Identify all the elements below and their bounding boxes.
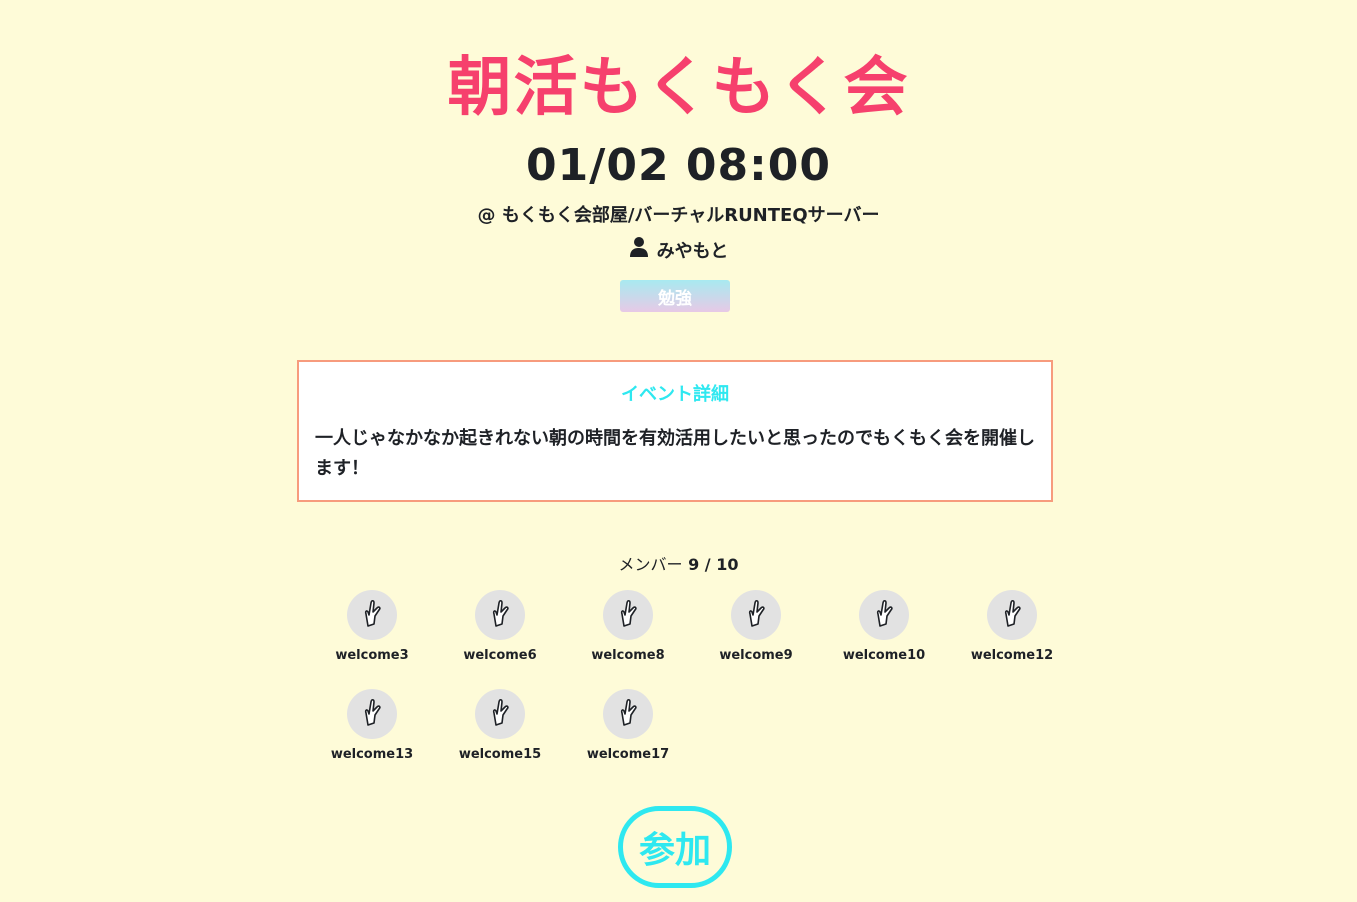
member-name: welcome15 xyxy=(458,747,542,762)
member-name: welcome17 xyxy=(586,747,670,762)
hand-icon xyxy=(998,598,1026,632)
event-detail-body: 一人じゃなかなか起きれない朝の時間を有効活用したいと思ったのでもくもく会を開催し… xyxy=(315,428,1035,479)
member-item[interactable]: welcome13 xyxy=(308,689,436,762)
avatar xyxy=(475,590,525,640)
members-count: メンバー 9 / 10 xyxy=(0,551,1357,575)
avatar xyxy=(859,590,909,640)
member-name: welcome8 xyxy=(591,648,665,663)
avatar xyxy=(731,590,781,640)
avatar xyxy=(603,590,653,640)
event-detail-card: イベント詳細 一人じゃなかなか起きれない朝の時間を有効活用したいと思ったのでもく… xyxy=(297,360,1053,502)
category-tag: 勉強 xyxy=(620,280,730,312)
avatar xyxy=(347,590,397,640)
members-label: メンバー xyxy=(618,555,683,574)
member-item[interactable]: welcome12 xyxy=(948,590,1076,663)
member-name: welcome9 xyxy=(719,648,793,663)
member-item[interactable]: welcome17 xyxy=(564,689,692,762)
member-item[interactable]: welcome10 xyxy=(820,590,948,663)
hand-icon xyxy=(614,697,642,731)
avatar xyxy=(987,590,1037,640)
avatar xyxy=(475,689,525,739)
hand-icon xyxy=(358,598,386,632)
hand-icon xyxy=(486,598,514,632)
event-detail-heading: イベント詳細 xyxy=(621,384,729,405)
event-location: @ もくもく会部屋/バーチャルRUNTEQサーバー xyxy=(477,205,880,226)
member-item[interactable]: welcome9 xyxy=(692,590,820,663)
members-count-value: 9 / 10 xyxy=(688,555,739,574)
hand-icon xyxy=(614,598,642,632)
hand-icon xyxy=(358,697,386,731)
hand-icon xyxy=(742,598,770,632)
event-datetime: 01/02 08:00 xyxy=(526,140,831,191)
hand-icon xyxy=(870,598,898,632)
member-item[interactable]: welcome6 xyxy=(436,590,564,663)
member-name: welcome13 xyxy=(330,747,414,762)
member-name: welcome12 xyxy=(970,648,1054,663)
hand-icon xyxy=(486,697,514,731)
member-name: welcome10 xyxy=(842,648,926,663)
avatar xyxy=(347,689,397,739)
member-name: welcome3 xyxy=(335,648,409,663)
member-name: welcome6 xyxy=(463,648,537,663)
member-item[interactable]: welcome3 xyxy=(308,590,436,663)
host-name: みやもと xyxy=(656,240,729,262)
member-item[interactable]: welcome15 xyxy=(436,689,564,762)
user-icon xyxy=(629,236,649,263)
members-list: welcome3 welcome6 welcome8 welcome9 welcome1… xyxy=(308,590,1076,762)
event-host: みやもと xyxy=(0,236,1357,263)
avatar xyxy=(603,689,653,739)
member-item[interactable]: welcome8 xyxy=(564,590,692,663)
event-title: 朝活もくもく会 xyxy=(447,51,910,125)
join-button[interactable]: 参加 xyxy=(618,806,732,888)
